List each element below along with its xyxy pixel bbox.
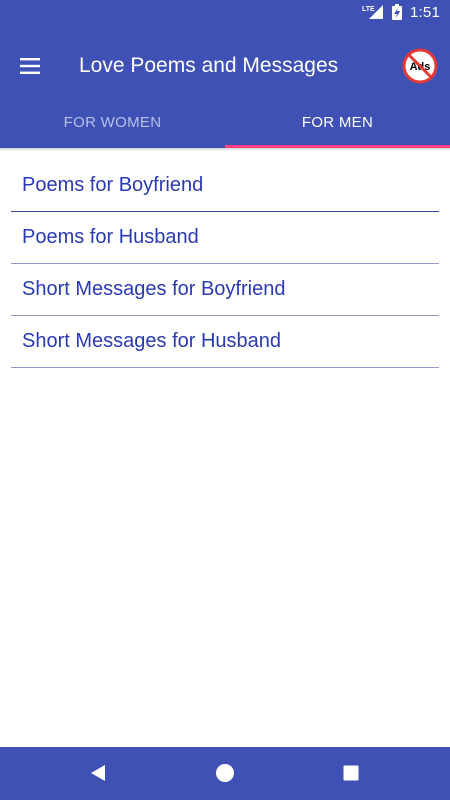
tab-bar: FOR WOMEN FOR MEN — [0, 96, 450, 148]
recents-button[interactable] — [339, 761, 363, 785]
status-bar: LTE 1:51 — [0, 0, 450, 24]
list-item-poems-for-husband[interactable]: Poems for Husband — [11, 212, 439, 264]
no-ads-icon: Ads — [402, 48, 438, 84]
list-item-label: Short Messages for Boyfriend — [22, 278, 286, 300]
home-circle-icon — [216, 764, 234, 782]
list-item-poems-for-boyfriend[interactable]: Poems for Boyfriend — [11, 160, 439, 212]
back-triangle-icon — [91, 765, 105, 781]
hamburger-menu-icon — [20, 58, 40, 74]
system-navigation-bar — [0, 747, 450, 800]
status-icons: LTE 1:51 — [362, 0, 440, 24]
tab-for-men[interactable]: FOR MEN — [225, 96, 450, 148]
network-type-label: LTE — [362, 6, 375, 13]
battery-charging-icon — [392, 4, 402, 20]
back-button[interactable] — [86, 761, 110, 785]
home-button[interactable] — [213, 761, 237, 785]
list-item-label: Poems for Boyfriend — [22, 174, 204, 196]
list-item-label: Short Messages for Husband — [22, 330, 282, 352]
menu-button[interactable] — [18, 54, 42, 78]
list-item-short-messages-for-husband[interactable]: Short Messages for Husband — [11, 316, 439, 368]
app-title: Love Poems and Messages — [79, 54, 339, 77]
remove-ads-button[interactable]: Ads — [402, 48, 438, 84]
list-item-label: Poems for Husband — [22, 226, 199, 248]
recents-square-icon — [343, 765, 359, 781]
list-item-short-messages-for-boyfriend[interactable]: Short Messages for Boyfriend — [11, 264, 439, 316]
category-list: Poems for Boyfriend Poems for Husband Sh… — [11, 160, 439, 368]
tab-for-men-label: FOR MEN — [301, 113, 374, 131]
tab-for-women[interactable]: FOR WOMEN — [0, 96, 225, 148]
status-time: 1:51 — [410, 3, 440, 21]
signal-icon: LTE — [362, 5, 383, 19]
tab-bar-shadow — [0, 148, 450, 151]
tab-for-women-label: FOR WOMEN — [63, 113, 162, 131]
